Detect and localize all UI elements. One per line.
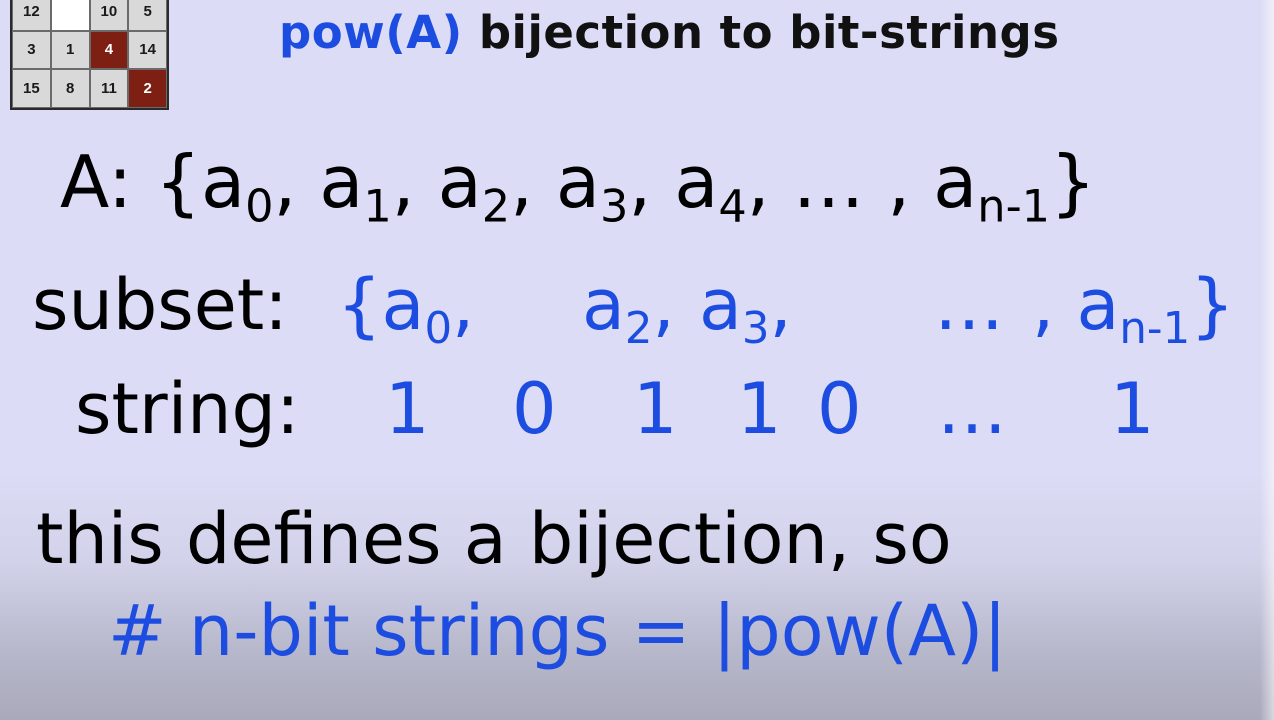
set-element: an-1}: [933, 140, 1096, 233]
title-highlight: pow(A): [279, 6, 463, 59]
puzzle-tile: 8: [50, 69, 90, 108]
title-rest: bijection to bit-strings: [462, 6, 1060, 59]
window-edge-glow: [1260, 0, 1274, 720]
set-element: a2,: [437, 140, 556, 233]
bit: 0: [817, 368, 862, 450]
subset-element-a0: {a0,: [337, 264, 475, 354]
puzzle-tile: 14: [128, 30, 167, 70]
puzzle-tile: 12: [12, 0, 51, 31]
puzzle-tile: 10: [89, 0, 129, 31]
cardinality-equation: # n-bit strings = |pow(A)|: [108, 590, 1007, 672]
subset-element-a3: a3,: [699, 264, 792, 354]
puzzle-logo: 12 10 5 3 1 4 14 15 8 11 2: [10, 0, 169, 110]
bit: 1: [633, 368, 678, 450]
string-ellipsis: …: [937, 368, 1007, 450]
set-element: a0,: [200, 140, 320, 233]
set-prefix: A: {: [60, 140, 201, 224]
set-element: a4, … ,: [674, 140, 934, 233]
conclusion-text: this defines a bijection, so: [36, 498, 952, 580]
bit: 1: [385, 368, 430, 450]
bit: 0: [512, 368, 557, 450]
puzzle-tile: 3: [12, 30, 51, 70]
puzzle-tile: 1: [50, 30, 90, 70]
subset-label: subset:: [32, 264, 288, 346]
string-line: string: 1 0 1 1 0 … 1: [75, 368, 1225, 458]
set-element: a1,: [319, 140, 438, 233]
puzzle-tile-blank: [50, 0, 90, 31]
bit-last: 1: [1110, 368, 1155, 450]
subset-ellipsis: …: [934, 264, 1004, 346]
bit: 1: [737, 368, 782, 450]
puzzle-tile-red: 2: [128, 69, 167, 108]
slide-title: pow(A) bijection to bit-strings: [279, 6, 1060, 66]
string-label: string:: [75, 368, 300, 450]
puzzle-tile: 15: [12, 69, 51, 108]
set-element: a3,: [555, 140, 675, 233]
subset-element-a2: a2,: [582, 264, 675, 354]
subset-line: subset: {a0, a2, a3, … , an-1}: [32, 264, 1235, 354]
puzzle-tile: 11: [89, 69, 129, 108]
set-definition: A: {a0, a1, a2, a3, a4, … , an-1}: [60, 140, 1096, 233]
subset-element-last: , an-1}: [1032, 264, 1235, 354]
puzzle-tile-red: 4: [89, 30, 129, 70]
puzzle-tile: 5: [128, 0, 167, 31]
